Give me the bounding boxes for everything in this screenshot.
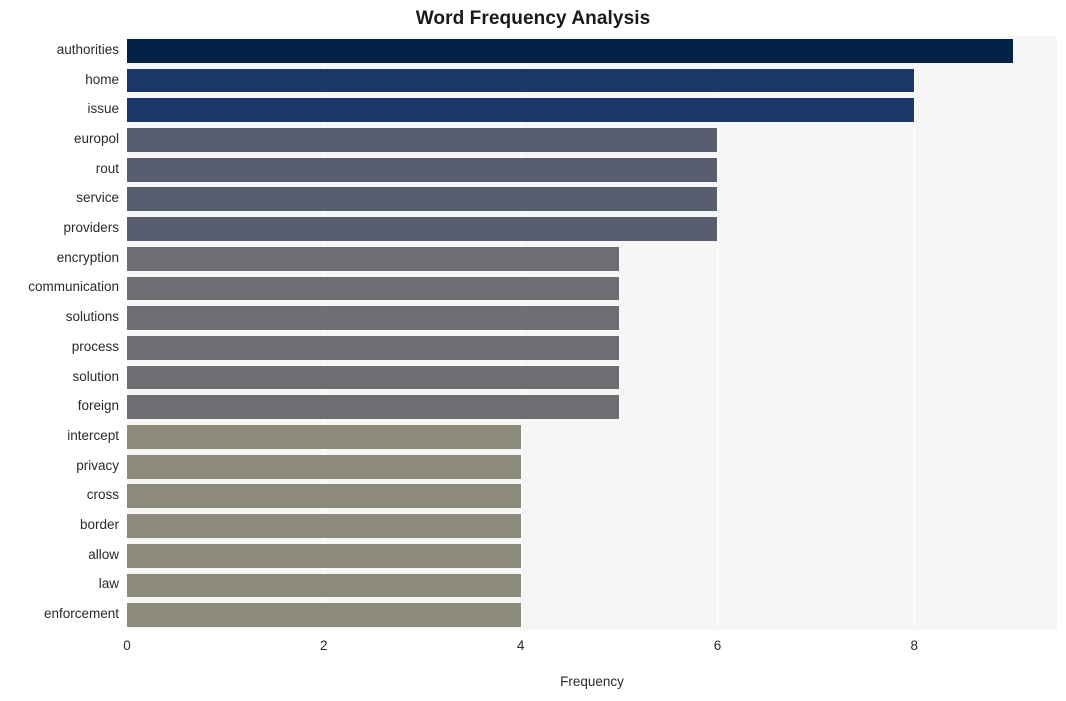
plot-area (127, 36, 1057, 630)
bar-row (127, 454, 1057, 479)
bars-layer (127, 36, 1057, 630)
x-axis-title: Frequency (560, 674, 624, 689)
x-tick-label-2: 2 (320, 638, 328, 653)
bar-row (127, 425, 1057, 449)
bar-row (127, 246, 1057, 271)
y-tick-label-home: home (85, 71, 119, 87)
chart-figure: Word Frequency Analysis authorities home i… (0, 0, 1066, 701)
x-axis-ticks: 0 2 4 6 8 (123, 630, 1057, 660)
bar-row (127, 603, 1057, 628)
bar-row (127, 514, 1057, 538)
y-tick-label-authorities: authorities (56, 41, 119, 57)
bar-border (127, 514, 521, 538)
y-tick-label-law: law (98, 576, 119, 592)
chart-title: Word Frequency Analysis (415, 8, 651, 29)
y-tick-label-solution: solution (72, 368, 119, 384)
y-tick-label-service: service (76, 190, 119, 206)
y-tick-label-providers: providers (63, 220, 119, 236)
bar-row (127, 395, 1057, 420)
bar-allow (127, 543, 521, 568)
x-tick-label-6: 6 (713, 638, 722, 653)
y-tick-label-foreign: foreign (77, 398, 119, 414)
y-tick-label-allow: allow (88, 546, 119, 562)
bar-row (127, 187, 1057, 212)
bar-row (127, 38, 1057, 63)
bar-row (127, 306, 1057, 331)
bar-encryption (127, 246, 620, 271)
bar-enforcement (127, 603, 521, 628)
y-tick-label-process: process (71, 338, 119, 354)
y-tick-label-solutions: solutions (65, 309, 119, 325)
bar-row (127, 157, 1057, 182)
y-tick-label-cross: cross (86, 487, 119, 503)
y-tick-label-issue: issue (87, 101, 119, 117)
bar-law (127, 573, 521, 598)
bar-solution (127, 365, 620, 390)
y-axis-labels: authorities home issue europol rout service pr… (0, 36, 119, 630)
x-tick-label-4: 4 (516, 638, 525, 653)
bar-row (127, 484, 1057, 509)
y-tick-label-communication: communication (28, 279, 119, 295)
bar-issue (127, 98, 915, 123)
y-tick-label-europol: europol (73, 130, 119, 146)
y-tick-label-enforcement: enforcement (43, 606, 119, 622)
bar-europol (127, 128, 718, 152)
bar-row (127, 128, 1057, 152)
y-tick-label-encryption: encryption (56, 249, 119, 265)
y-tick-label-border: border (79, 517, 119, 533)
bar-row (127, 98, 1057, 123)
y-tick-label-intercept: intercept (67, 427, 119, 443)
bar-privacy (127, 454, 521, 479)
bar-intercept (127, 425, 521, 449)
bar-service (127, 187, 718, 212)
x-tick-label-8: 8 (910, 638, 919, 653)
bar-row (127, 335, 1057, 360)
bar-providers (127, 217, 718, 241)
y-tick-label-rout: rout (95, 160, 119, 176)
bar-row (127, 543, 1057, 568)
bar-process (127, 335, 620, 360)
bar-foreign (127, 395, 620, 420)
bar-rout (127, 157, 718, 182)
bar-cross (127, 484, 521, 509)
bar-authorities (127, 38, 1013, 63)
bar-communication (127, 276, 620, 301)
y-tick-label-privacy: privacy (76, 457, 119, 473)
bar-row (127, 276, 1057, 301)
bar-row (127, 573, 1057, 598)
bar-row (127, 365, 1057, 390)
x-tick-label-0: 0 (123, 638, 131, 653)
bar-row (127, 217, 1057, 241)
bar-row (127, 68, 1057, 93)
bar-solutions (127, 306, 620, 331)
bar-home (127, 68, 915, 93)
